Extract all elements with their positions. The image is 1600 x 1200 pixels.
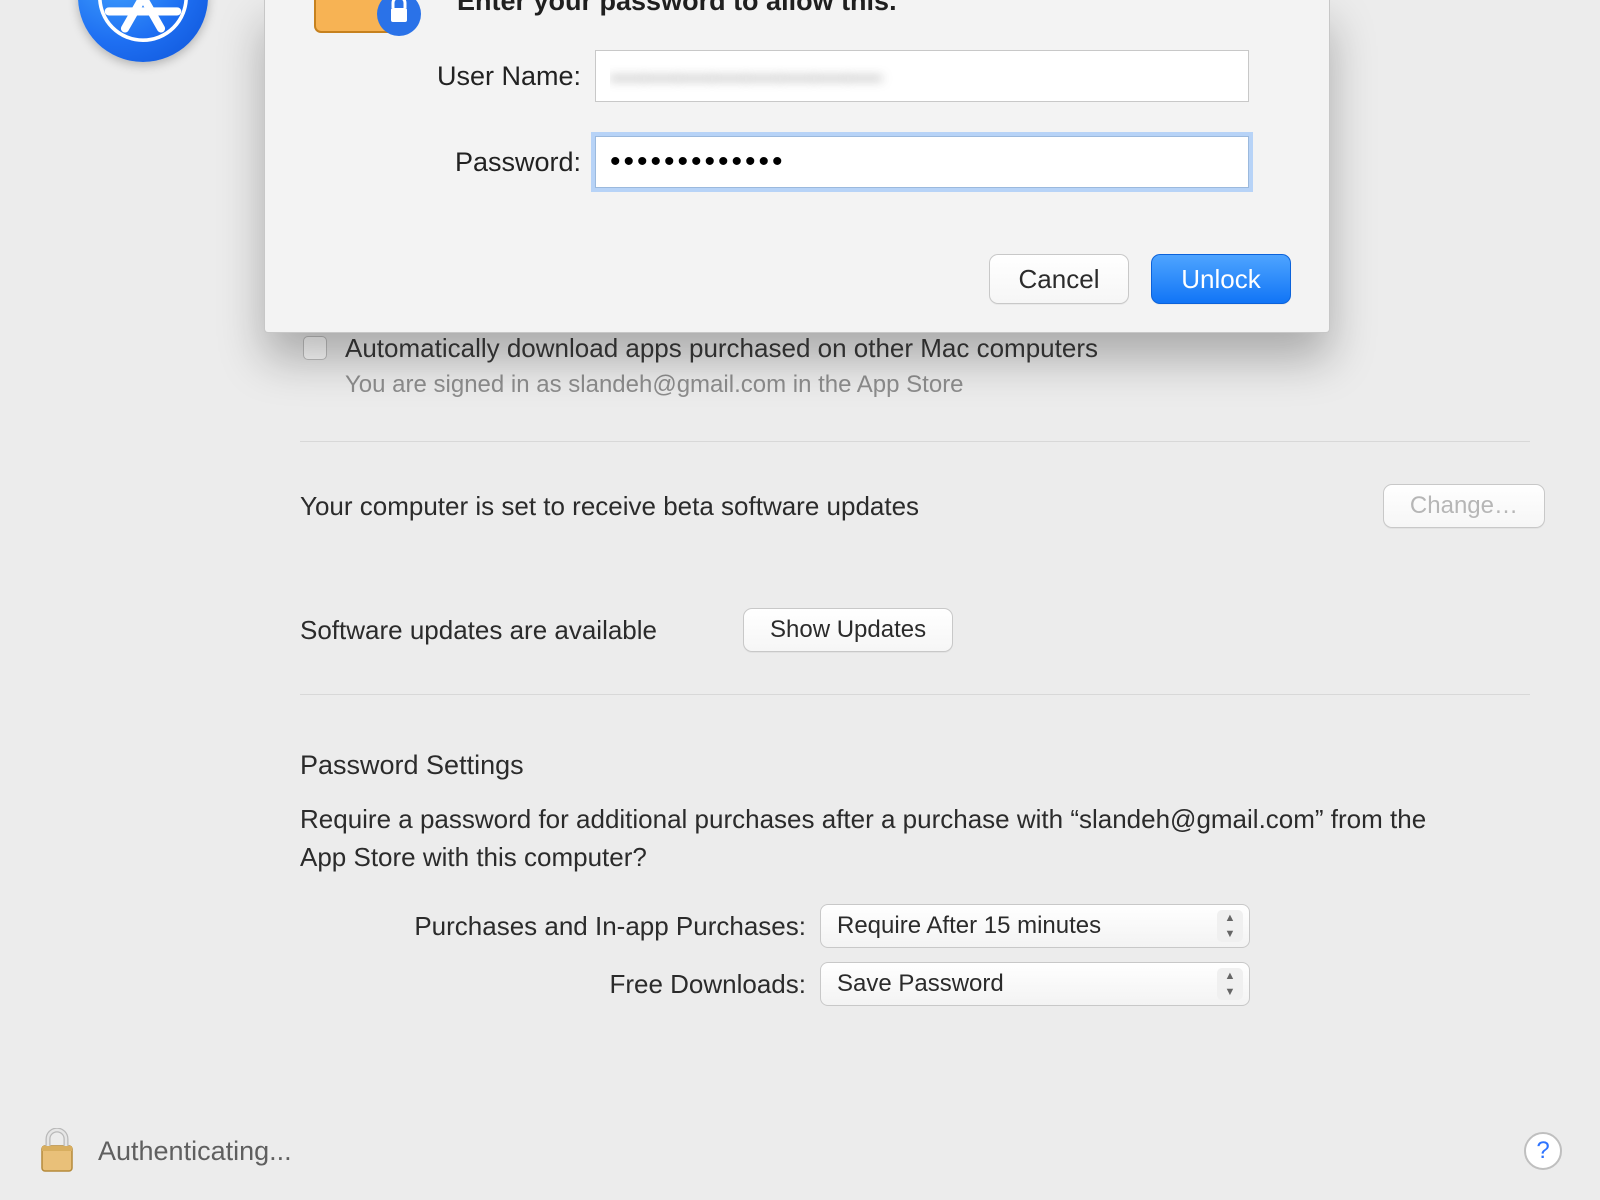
purchases-value: Require After 15 minutes <box>837 912 1101 940</box>
dialog-buttons: Cancel Unlock <box>989 254 1291 304</box>
cancel-button[interactable]: Cancel <box>989 254 1129 304</box>
password-settings-description: Require a password for additional purcha… <box>300 801 1475 876</box>
auto-download-checkbox[interactable] <box>303 336 327 360</box>
app-store-preferences-window: Automatically download apps purchased on… <box>0 0 1600 1200</box>
purchases-popup[interactable]: Require After 15 minutes ▲▼ <box>820 904 1250 948</box>
beta-updates-row: Your computer is set to receive beta sof… <box>300 484 1545 528</box>
window-footer: Authenticating... ? <box>0 1128 1600 1174</box>
free-downloads-popup[interactable]: Save Password ▲▼ <box>820 962 1250 1006</box>
updates-available-text: Software updates are available <box>300 615 657 646</box>
auto-download-row: Automatically download apps purchased on… <box>303 333 1545 399</box>
auth-prompt: Enter your password to allow this. <box>457 0 897 17</box>
password-row: Password: <box>265 136 1329 188</box>
username-input[interactable] <box>595 50 1249 102</box>
signed-in-text: You are signed in as slandeh@gmail.com i… <box>345 371 1098 399</box>
free-downloads-value: Save Password <box>837 970 1004 998</box>
chevron-updown-icon: ▲▼ <box>1217 910 1243 942</box>
help-button[interactable]: ? <box>1524 1132 1562 1170</box>
change-button[interactable]: Change… <box>1383 484 1545 528</box>
software-updates-row: Software updates are available Show Upda… <box>300 608 1545 652</box>
system-folder-lock-icon <box>313 0 423 38</box>
chevron-updown-icon: ▲▼ <box>1217 968 1243 1000</box>
username-row: User Name: <box>265 50 1329 102</box>
auth-dialog: Enter your password to allow this. User … <box>264 0 1330 333</box>
username-label: User Name: <box>265 61 595 92</box>
beta-updates-text: Your computer is set to receive beta sof… <box>300 491 919 522</box>
free-downloads-row: Free Downloads: Save Password ▲▼ <box>300 962 1545 1006</box>
password-settings-heading: Password Settings <box>300 750 1545 781</box>
password-label: Password: <box>265 147 595 178</box>
unlock-button[interactable]: Unlock <box>1151 254 1291 304</box>
purchases-row: Purchases and In-app Purchases: Require … <box>300 904 1545 948</box>
divider <box>300 441 1530 442</box>
show-updates-button[interactable]: Show Updates <box>743 608 953 652</box>
lock-status-text: Authenticating... <box>98 1136 292 1167</box>
password-input[interactable] <box>595 136 1249 188</box>
free-downloads-label: Free Downloads: <box>300 969 820 1000</box>
divider <box>300 694 1530 695</box>
lock-icon[interactable] <box>38 1128 76 1174</box>
purchases-label: Purchases and In-app Purchases: <box>300 911 820 942</box>
auto-download-label: Automatically download apps purchased on… <box>345 333 1098 364</box>
